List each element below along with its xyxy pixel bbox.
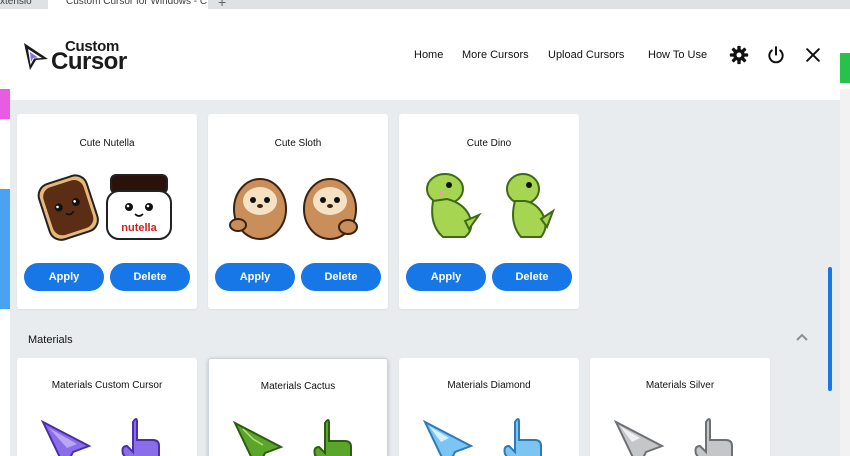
browser-tab-extensions[interactable]: xtensio (0, 0, 38, 9)
delete-button[interactable]: Delete (110, 263, 190, 291)
card-title: Materials Silver (645, 380, 715, 391)
chevron-up-icon[interactable] (795, 332, 809, 342)
nav-upload-cursors[interactable]: Upload Cursors (548, 49, 624, 61)
browser-tab-custom-cursor[interactable]: Custom Cursor for Windows - C (48, 0, 208, 9)
custom-cursor-logo[interactable]: Custom Cursor (22, 37, 147, 77)
dino-cursor-preview (426, 173, 556, 238)
card-title: Cute Dino (466, 138, 512, 149)
background-page-right (840, 9, 850, 456)
cursor-logo-icon (24, 43, 48, 70)
cursor-card-materials-cactus[interactable]: Materials Cactus (208, 358, 388, 456)
cursor-card-cute-dino[interactable]: Cute Dino Apply Delete (399, 114, 579, 309)
cursor-card-materials-custom-cursor[interactable]: Materials Custom Cursor (17, 358, 197, 456)
materials-silver-preview (613, 418, 733, 456)
card-title: Materials Diamond (447, 380, 531, 391)
delete-button[interactable]: Delete (492, 263, 572, 291)
sloth-cursor-preview (229, 178, 358, 240)
card-title: Materials Custom Cursor (51, 380, 163, 391)
scrollbar-thumb[interactable] (828, 267, 832, 391)
gear-icon[interactable] (729, 45, 749, 65)
card-title: Cute Nutella (79, 138, 135, 149)
apply-button[interactable]: Apply (24, 263, 104, 291)
card-title: Cute Sloth (274, 138, 322, 149)
apply-button[interactable]: Apply (215, 263, 295, 291)
section-title-materials: Materials (28, 334, 73, 346)
materials-custom-cursor-preview (40, 418, 160, 456)
custom-cursor-app: Custom Cursor Home More Cursors Upload C… (10, 9, 840, 456)
nutella-cursor-preview: nutella (37, 174, 172, 241)
power-icon[interactable] (766, 45, 786, 65)
materials-diamond-preview (422, 418, 542, 456)
cursor-card-materials-diamond[interactable]: Materials Diamond (399, 358, 579, 456)
materials-cactus-preview (232, 419, 352, 456)
browser-tab-bar: xtensio Custom Cursor for Windows - C + (0, 0, 850, 9)
background-page-left (0, 9, 10, 456)
cursor-card-materials-silver[interactable]: Materials Silver (590, 358, 770, 456)
app-header: Custom Cursor Home More Cursors Upload C… (10, 9, 840, 100)
logo-text-cursor: Cursor (51, 48, 127, 75)
delete-button[interactable]: Delete (301, 263, 381, 291)
nav-home[interactable]: Home (414, 49, 443, 61)
apply-button[interactable]: Apply (406, 263, 486, 291)
cursor-card-cute-sloth[interactable]: Cute Sloth Apply Delete (208, 114, 388, 309)
cursor-card-cute-nutella[interactable]: Cute Nutella nutella Apply Delete (17, 114, 197, 309)
nav-how-to-use[interactable]: How To Use (648, 49, 707, 61)
new-tab-button[interactable]: + (218, 0, 226, 9)
svg-text:nutella: nutella (121, 222, 157, 234)
cursor-list[interactable]: Cute Nutella nutella Apply Delete Cute S… (10, 100, 840, 456)
card-title: Materials Cactus (260, 381, 336, 392)
nav-more-cursors[interactable]: More Cursors (462, 49, 529, 61)
close-icon[interactable] (803, 45, 823, 65)
